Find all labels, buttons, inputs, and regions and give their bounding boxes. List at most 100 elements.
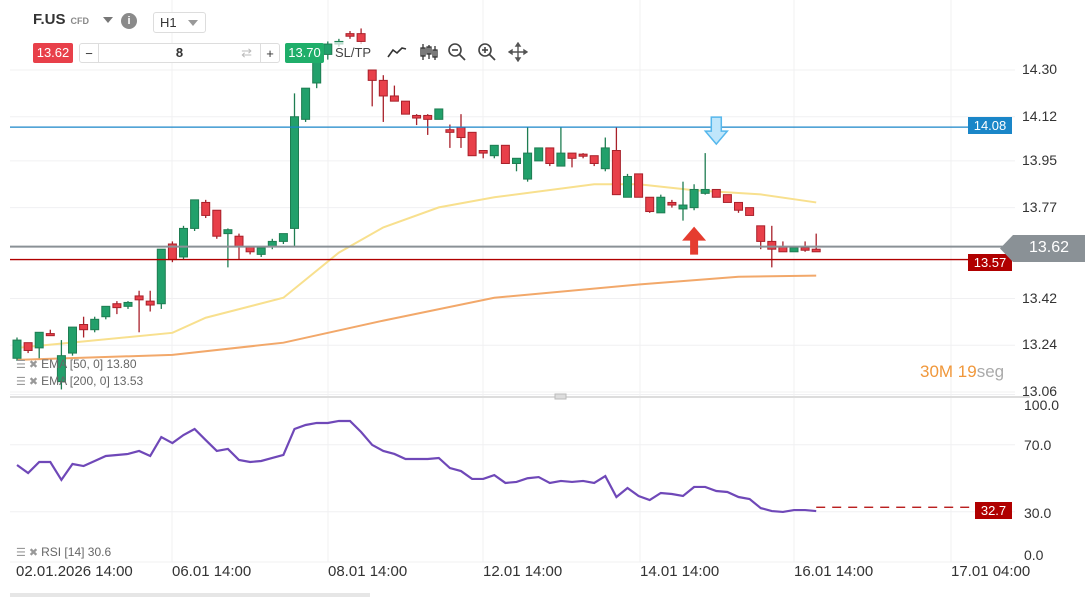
candle-body — [179, 227, 188, 258]
line-chart-icon[interactable] — [386, 42, 408, 62]
price-chart[interactable] — [0, 0, 1085, 597]
candle — [378, 75, 388, 122]
candle-body — [45, 333, 55, 337]
close-icon[interactable]: ✖ — [29, 546, 38, 559]
candle-body — [367, 69, 377, 81]
candle — [512, 157, 521, 172]
candle — [678, 181, 688, 221]
candle-body — [234, 235, 244, 248]
sltp-button[interactable]: SL/TP — [333, 42, 373, 62]
candle-body — [767, 240, 777, 250]
candle-body — [123, 301, 133, 307]
candle — [478, 150, 488, 159]
candle-body — [500, 144, 510, 164]
rsi-tick: 30.0 — [1024, 505, 1052, 521]
candle-body — [756, 225, 766, 242]
price-tick: 14.30 — [1022, 61, 1058, 77]
candlestick-icon[interactable] — [418, 42, 440, 62]
candle — [434, 108, 444, 120]
candle — [711, 188, 721, 198]
legend-rsi[interactable]: ☰ ✖ RSI [14] 30.6 — [16, 545, 111, 559]
candle — [589, 155, 599, 167]
candle-body — [434, 108, 444, 120]
blue-level-label[interactable]: 14.08 — [968, 117, 1012, 134]
candle-body — [389, 95, 399, 102]
candle-timer: 30M 19seg — [920, 362, 1004, 382]
volume-input[interactable]: 8 ⇄ — [98, 44, 261, 62]
candle — [245, 246, 255, 255]
info-icon[interactable]: i — [121, 13, 137, 29]
candle-body — [323, 43, 333, 55]
candle — [445, 124, 455, 148]
symbol-selector[interactable]: F.US CFD — [33, 11, 114, 28]
chevron-down-icon — [103, 16, 114, 23]
candle-body — [467, 131, 477, 157]
legend-ema50[interactable]: ☰ ✖ EMA [50, 0] 13.80 — [16, 357, 137, 371]
swap-icon[interactable]: ⇄ — [241, 44, 252, 62]
menu-icon[interactable]: ☰ — [16, 358, 26, 371]
decrease-button[interactable]: − — [80, 46, 98, 61]
menu-icon[interactable]: ☰ — [16, 375, 26, 388]
candle-body — [711, 188, 721, 198]
time-tick: 02.01.2026 14:00 — [16, 563, 133, 580]
price-tick: 13.77 — [1022, 198, 1058, 215]
candle — [412, 114, 422, 126]
zoom-in-icon[interactable] — [476, 42, 498, 62]
menu-icon[interactable]: ☰ — [16, 546, 26, 559]
candle — [212, 209, 222, 239]
candle — [290, 93, 299, 247]
symbol-name: F.US — [33, 11, 66, 28]
horizontal-scrollbar[interactable] — [10, 593, 370, 597]
candle-body — [656, 196, 666, 214]
pane-resize-handle[interactable] — [554, 393, 567, 400]
candle-body — [223, 229, 233, 235]
candle-body — [700, 188, 710, 194]
candle-body — [23, 342, 33, 351]
candle — [68, 326, 77, 356]
candle — [79, 316, 89, 338]
timeframe-select[interactable]: H1 — [153, 12, 206, 33]
price-tick: 14.12 — [1022, 107, 1058, 124]
candle — [301, 87, 311, 122]
candle — [523, 127, 533, 182]
candle — [101, 305, 111, 320]
time-tick: 12.01 14:00 — [483, 563, 563, 580]
candle-body — [800, 247, 810, 251]
sell-button[interactable]: 13.62 — [33, 43, 73, 63]
candle — [112, 301, 122, 315]
candle-body — [301, 87, 311, 120]
candle — [578, 153, 588, 159]
buy-signal-arrow-icon — [682, 226, 707, 255]
zoom-out-icon[interactable] — [446, 42, 468, 62]
volume-stepper[interactable]: − 8 ⇄ + — [79, 43, 280, 63]
candle-body — [523, 152, 533, 180]
candle-body — [478, 150, 488, 154]
candle-body — [345, 33, 355, 37]
sell-signal-arrow-icon — [703, 116, 729, 146]
candle-body — [212, 209, 222, 237]
increase-button[interactable]: + — [261, 46, 279, 61]
candle-body — [412, 114, 422, 119]
ema200-line — [16, 274, 817, 361]
candle-body — [578, 153, 588, 157]
volume-value: 8 — [175, 45, 184, 60]
candle-body — [623, 175, 632, 198]
rsi-tick: 100.0 — [1024, 397, 1060, 413]
candle-body — [678, 204, 688, 210]
candle-body — [745, 207, 755, 216]
candle — [656, 194, 666, 214]
close-icon[interactable]: ✖ — [29, 375, 38, 388]
candle — [423, 114, 433, 135]
close-icon[interactable]: ✖ — [29, 358, 38, 371]
move-icon[interactable] — [507, 42, 529, 62]
timer-unit: seg — [976, 362, 1005, 381]
candle — [145, 290, 155, 312]
candle-body — [667, 201, 677, 206]
buy-button[interactable]: 13.70 — [285, 43, 324, 63]
candle — [278, 233, 288, 244]
timeframe-value: H1 — [160, 15, 177, 30]
legend-ema200[interactable]: ☰ ✖ EMA [200, 0] 13.53 — [16, 374, 143, 388]
candle — [811, 233, 821, 253]
candle — [45, 329, 55, 337]
candle — [623, 173, 632, 198]
